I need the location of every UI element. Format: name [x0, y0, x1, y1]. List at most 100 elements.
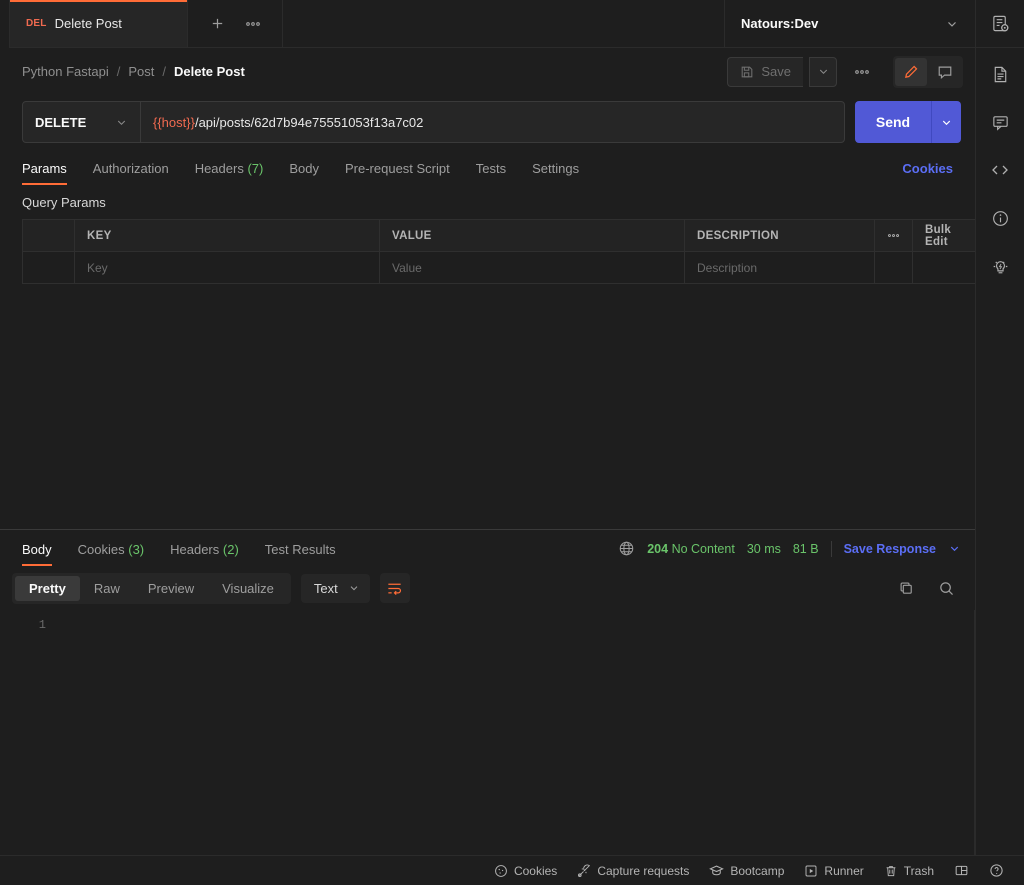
footer-capture-requests-button[interactable]: Capture requests [567, 860, 699, 882]
response-tab-cookies[interactable]: Cookies (3) [78, 542, 154, 566]
send-button[interactable]: Send [855, 101, 931, 143]
word-wrap-button[interactable] [380, 573, 410, 603]
footer-trash-label: Trash [904, 864, 934, 878]
footer-runner-button[interactable]: Runner [794, 860, 873, 882]
footer-trash-button[interactable]: Trash [874, 860, 944, 882]
tab-pre-request-script-label: Pre-request Script [345, 161, 450, 176]
footer-bootcamp-button[interactable]: Bootcamp [699, 860, 794, 882]
response-tab-test-results[interactable]: Test Results [265, 542, 346, 566]
comment-mode-button[interactable] [929, 58, 961, 86]
copy-icon[interactable] [891, 573, 921, 603]
response-meta: 204 No Content 30 ms 81 B Save Response [618, 540, 961, 566]
tab-params[interactable]: Params [22, 161, 77, 185]
workspace-body: Python Fastapi / Post / Delete Post Save [0, 48, 1024, 855]
lightbulb-icon[interactable] [984, 250, 1016, 282]
save-options-button[interactable] [809, 57, 837, 87]
pencil-icon [903, 64, 919, 80]
breadcrumb-item-folder[interactable]: Post [128, 64, 154, 79]
tab-tests[interactable]: Tests [476, 161, 516, 185]
bulk-edit-button[interactable]: Bulk Edit [913, 220, 975, 252]
code-icon[interactable] [984, 154, 1016, 186]
tab-headers-label: Headers [195, 161, 244, 176]
tab-pre-request-script[interactable]: Pre-request Script [345, 161, 460, 185]
new-tab-plus-icon[interactable] [204, 11, 230, 37]
save-response-chevron-down-icon[interactable] [948, 542, 961, 555]
comment-icon[interactable] [984, 106, 1016, 138]
row-checkbox-cell[interactable] [23, 252, 75, 284]
environment-selector[interactable]: Natours:Dev [725, 0, 975, 48]
column-header-key: KEY [75, 220, 380, 252]
response-tab-body[interactable]: Body [22, 542, 62, 566]
param-value-input[interactable]: Value [380, 252, 685, 284]
footer-cookies-label: Cookies [514, 864, 557, 878]
tab-authorization[interactable]: Authorization [93, 161, 179, 185]
tab-params-label: Params [22, 161, 67, 176]
response-format-value: Text [314, 581, 338, 596]
param-description-input[interactable]: Description [685, 252, 875, 284]
right-sidebar [975, 48, 1024, 855]
param-description-placeholder: Description [697, 261, 757, 275]
view-mode-group [893, 56, 963, 88]
tab-settings[interactable]: Settings [532, 161, 589, 185]
breadcrumb-separator: / [162, 64, 166, 79]
play-box-icon [804, 864, 818, 878]
edit-mode-button[interactable] [895, 58, 927, 86]
info-icon[interactable] [984, 202, 1016, 234]
table-row: Key Value Description [23, 252, 975, 284]
footer-layout-toggle-button[interactable] [944, 860, 979, 882]
save-disk-icon [740, 65, 754, 79]
status-bar: Cookies Capture requests Bootcamp [0, 855, 1024, 885]
url-path-text: /api/posts/62d7b94e75551053f13a7c02 [195, 115, 423, 130]
globe-icon[interactable] [618, 540, 635, 557]
response-size: 81 B [793, 542, 819, 556]
view-pretty-button[interactable]: Pretty [15, 576, 80, 601]
column-header-description: DESCRIPTION [685, 220, 875, 252]
response-body-viewer[interactable]: 1 [0, 610, 975, 855]
collapsed-sidebar[interactable] [0, 0, 10, 48]
response-toolbar: Pretty Raw Preview Visualize Text [0, 566, 975, 610]
tab-settings-label: Settings [532, 161, 579, 176]
params-empty-space [0, 284, 975, 529]
request-tab-delete-post[interactable]: DEL Delete Post [10, 0, 188, 47]
breadcrumb-item-collection[interactable]: Python Fastapi [22, 64, 109, 79]
param-value-placeholder: Value [392, 261, 422, 275]
save-button[interactable]: Save [727, 57, 803, 87]
http-method-select[interactable]: DELETE [23, 102, 141, 142]
environment-quick-look-button[interactable] [975, 0, 1024, 48]
footer-runner-label: Runner [824, 864, 863, 878]
view-preview-button[interactable]: Preview [134, 576, 208, 601]
tab-body[interactable]: Body [289, 161, 329, 185]
request-cookies-link[interactable]: Cookies [902, 161, 967, 185]
params-more-ellipsis-icon[interactable] [875, 220, 913, 252]
view-raw-button[interactable]: Raw [80, 576, 134, 601]
query-params-title: Query Params [22, 185, 975, 219]
response-tab-cookies-label: Cookies [78, 542, 125, 557]
word-wrap-icon [386, 580, 403, 597]
save-response-button[interactable]: Save Response [844, 542, 936, 556]
search-icon[interactable] [931, 573, 961, 603]
tab-more-ellipsis-icon[interactable] [240, 11, 266, 37]
send-options-button[interactable] [931, 101, 961, 143]
request-actions: Save [727, 56, 963, 88]
breadcrumb-row: Python Fastapi / Post / Delete Post Save [0, 48, 975, 95]
footer-cookies-button[interactable]: Cookies [484, 860, 567, 882]
param-key-input[interactable]: Key [75, 252, 380, 284]
response-view-segmented-control: Pretty Raw Preview Visualize [12, 573, 291, 604]
response-format-select[interactable]: Text [301, 574, 370, 603]
satellite-icon [577, 864, 591, 878]
save-label: Save [761, 64, 791, 79]
tab-body-label: Body [289, 161, 319, 176]
footer-help-button[interactable] [979, 860, 1014, 882]
response-tab-headers[interactable]: Headers (2) [170, 542, 249, 566]
request-more-ellipsis-icon[interactable] [847, 57, 877, 87]
tab-headers[interactable]: Headers (7) [195, 161, 274, 185]
chevron-down-icon [940, 116, 953, 129]
chevron-down-icon [817, 65, 830, 78]
comment-icon [937, 64, 953, 80]
layout-toggle-icon [954, 863, 969, 878]
url-input[interactable]: {{host}}/api/posts/62d7b94e75551053f13a7… [141, 102, 844, 142]
documentation-icon[interactable] [984, 58, 1016, 90]
graduation-cap-icon [709, 863, 724, 878]
view-visualize-button[interactable]: Visualize [208, 576, 288, 601]
url-variable-token: {{host}} [153, 115, 195, 130]
